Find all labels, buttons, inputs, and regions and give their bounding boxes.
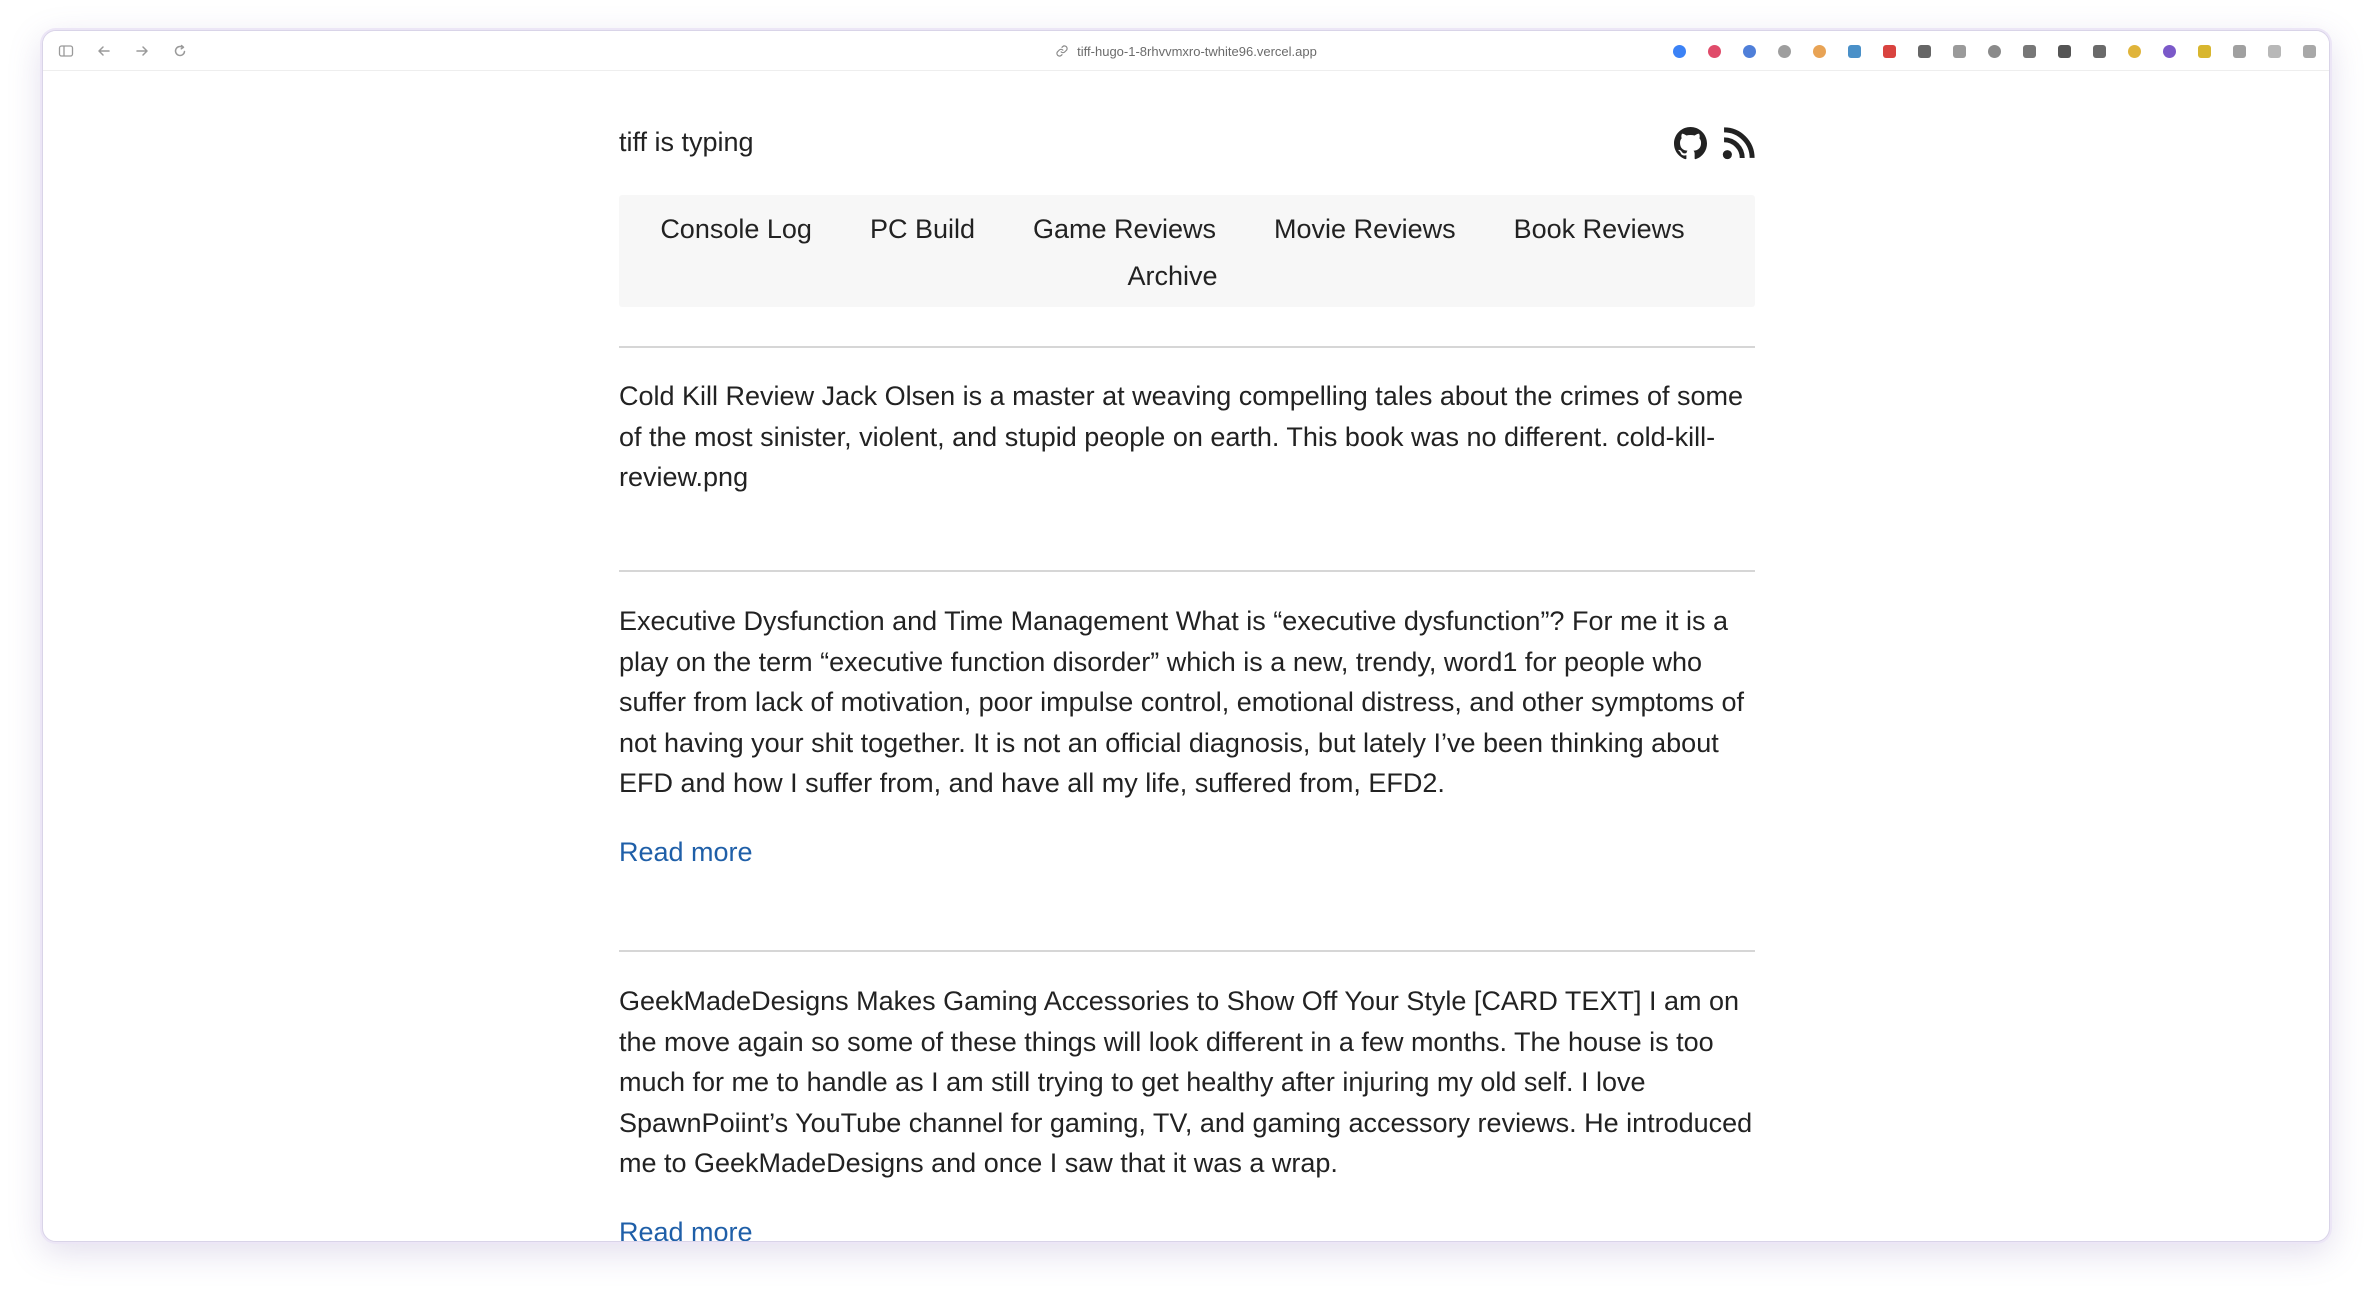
post-summary: GeekMadeDesigns Makes Gaming Accessories… — [619, 986, 1753, 1178]
link-icon — [1056, 45, 1068, 57]
play-ext-icon[interactable] — [1704, 41, 1724, 61]
post-divider — [619, 950, 1755, 952]
fan-ext-icon-glyph — [1987, 44, 2001, 58]
ring-ext-icon-glyph — [2127, 44, 2141, 58]
keyboard-ext-icon-glyph — [1917, 44, 1931, 58]
notion-ext-icon[interactable] — [2054, 41, 2074, 61]
nav-item-movie-reviews[interactable]: Movie Reviews — [1274, 208, 1456, 250]
post-divider — [619, 346, 1755, 348]
reload-icon[interactable] — [171, 42, 189, 60]
nav-item-console-log[interactable]: Console Log — [660, 208, 812, 250]
nav-item-game-reviews[interactable]: Game Reviews — [1033, 208, 1216, 250]
pen-ext-icon-glyph — [2092, 44, 2106, 58]
site-header: tiff is typing — [619, 71, 1755, 195]
pen-ext-icon[interactable] — [2089, 41, 2109, 61]
sidebar-right-icon[interactable] — [2299, 41, 2319, 61]
hex-ext-icon-glyph — [2162, 44, 2176, 58]
shield-ext-icon[interactable] — [1879, 41, 1899, 61]
hex-ext-icon[interactable] — [2159, 41, 2179, 61]
page-content: tiff is typing Console Log PC Build Game R… — [619, 71, 1755, 1241]
doc-ext-icon-glyph — [2267, 44, 2281, 58]
power-ext-icon[interactable] — [1774, 41, 1794, 61]
card-ext-icon[interactable] — [2229, 41, 2249, 61]
doc-ext-icon[interactable] — [2264, 41, 2284, 61]
back-arrow-icon[interactable] — [95, 42, 113, 60]
search-ext-icon-glyph — [1742, 44, 1756, 58]
r-ext-icon-glyph — [2197, 44, 2211, 58]
nav-item-archive[interactable]: Archive — [1127, 255, 1217, 297]
ring-ext-icon[interactable] — [2124, 41, 2144, 61]
nav-item-pc-build[interactable]: PC Build — [870, 208, 975, 250]
box-ext-icon-glyph — [2022, 44, 2036, 58]
table-ext-icon[interactable] — [1844, 41, 1864, 61]
cookie-ext-icon-glyph — [1812, 44, 1826, 58]
main-nav: Console Log PC Build Game Reviews Movie Rev… — [619, 195, 1755, 307]
table-ext-icon-glyph — [1847, 44, 1861, 58]
rss-icon[interactable] — [1722, 127, 1755, 160]
forward-arrow-icon[interactable] — [133, 42, 151, 60]
sidebar-toggle-icon[interactable] — [57, 42, 75, 60]
post-summary: Executive Dysfunction and Time Managemen… — [619, 606, 1744, 798]
read-more-link[interactable]: Read more — [619, 1219, 753, 1242]
r-ext-icon[interactable] — [2194, 41, 2214, 61]
keyboard-ext-icon[interactable] — [1914, 41, 1934, 61]
box-ext-icon[interactable] — [2019, 41, 2039, 61]
notion-ext-icon-glyph — [2057, 44, 2071, 58]
globe-ext-icon[interactable] — [1669, 41, 1689, 61]
power-ext-icon-glyph — [1777, 44, 1791, 58]
play-ext-icon-glyph — [1707, 44, 1721, 58]
image-ext-icon[interactable] — [1949, 41, 1969, 61]
nav-item-book-reviews[interactable]: Book Reviews — [1514, 208, 1685, 250]
sidebar-right-icon-glyph — [2302, 44, 2316, 58]
extension-bar — [1669, 31, 2319, 71]
github-icon[interactable] — [1674, 127, 1707, 160]
image-ext-icon-glyph — [1952, 44, 1966, 58]
read-more-link[interactable]: Read more — [619, 839, 753, 866]
globe-ext-icon-glyph — [1672, 44, 1686, 58]
cookie-ext-icon[interactable] — [1809, 41, 1829, 61]
card-ext-icon-glyph — [2232, 44, 2246, 58]
post-summary: Cold Kill Review Jack Olsen is a master … — [619, 381, 1743, 492]
browser-toolbar: tiff-hugo-1-8rhvvmxro-twhite96.vercel.ap… — [43, 31, 2329, 71]
url-text[interactable]: tiff-hugo-1-8rhvvmxro-twhite96.vercel.ap… — [1077, 44, 1317, 59]
fan-ext-icon[interactable] — [1984, 41, 2004, 61]
browser-window: tiff-hugo-1-8rhvvmxro-twhite96.vercel.ap… — [42, 30, 2330, 1242]
shield-ext-icon-glyph — [1882, 44, 1896, 58]
search-ext-icon[interactable] — [1739, 41, 1759, 61]
site-title[interactable]: tiff is typing — [619, 129, 754, 156]
post-divider — [619, 570, 1755, 572]
